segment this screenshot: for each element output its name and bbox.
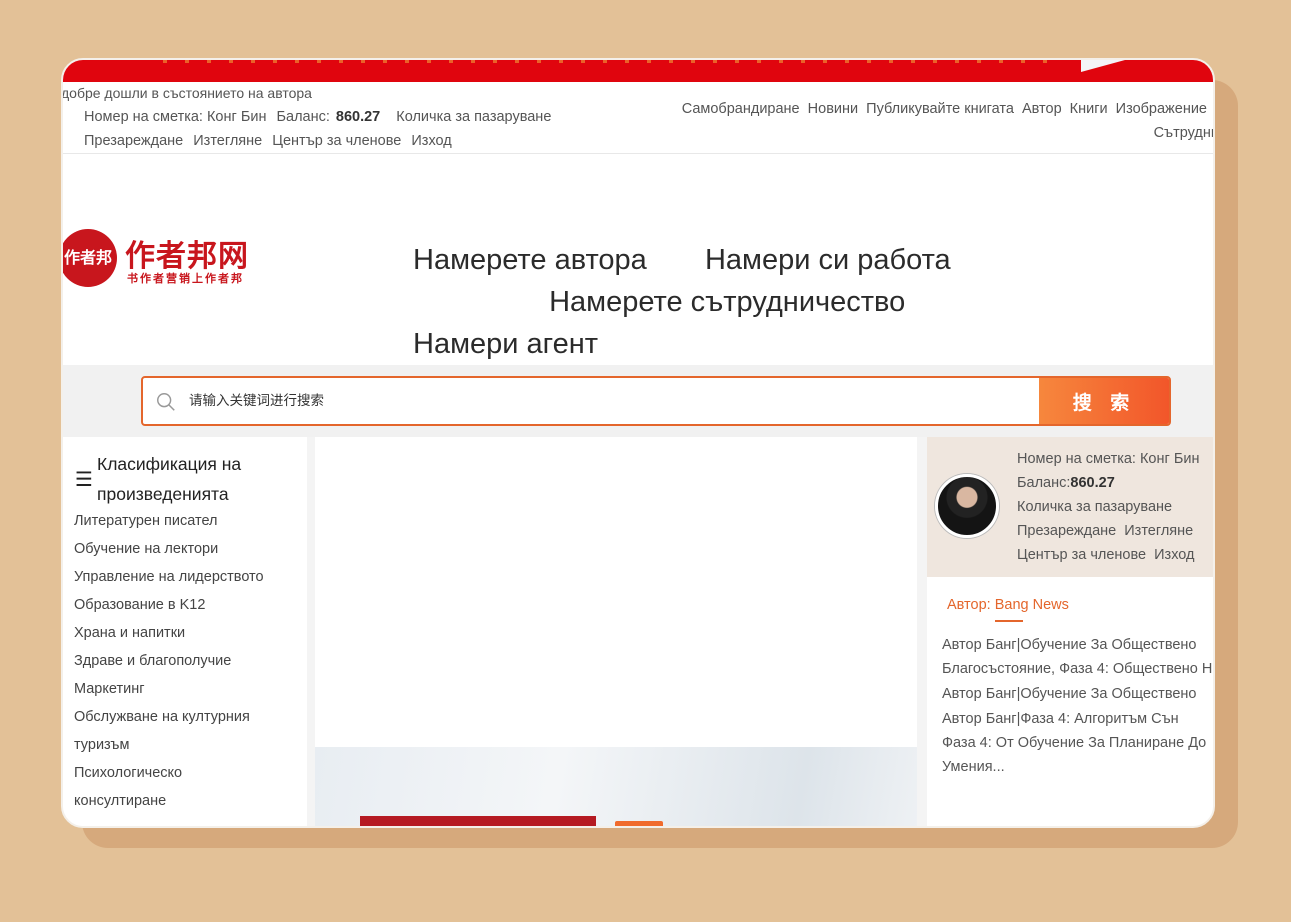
nav-find-cooperation[interactable]: Намерете сътрудничество (549, 286, 905, 318)
balance: Баланс: 860.27 (276, 109, 386, 125)
browser-window: добре дошли в състоянието на автора Номе… (61, 58, 1215, 828)
top-nav-publish-book[interactable]: Публикувайте книгата (866, 101, 1014, 117)
user-balance-value: 860.27 (1070, 475, 1115, 491)
main-nav: Намерете автора Намери си работа Намерет… (391, 239, 951, 365)
top-nav-image[interactable]: Изображение (1116, 101, 1207, 117)
category-item-leadership[interactable]: Управление на лидерството (74, 563, 304, 591)
news-item[interactable]: Фаза 4: От Обучение За Планиране До (942, 731, 1206, 756)
nav-find-job[interactable]: Намери си работа (705, 244, 951, 276)
category-item-culture-service[interactable]: Обслужване на културния (74, 703, 304, 731)
withdraw-link[interactable]: Изтегляне (193, 133, 262, 149)
news-item[interactable]: Благосъстояние, Фаза 4: Обществено Н (942, 657, 1212, 682)
banner-pattern (163, 60, 1063, 63)
avatar[interactable] (935, 474, 999, 538)
news-tab[interactable]: Автор: Bang News (947, 597, 1069, 613)
news-item[interactable]: Автор Банг|Обучение За Обществено (942, 633, 1197, 658)
account-number: Номер на сметка: Конг Бин (84, 109, 267, 125)
category-item-literary-writer[interactable]: Литературен писател (74, 507, 304, 535)
banner-carousel[interactable] (315, 437, 917, 826)
logout-link[interactable]: Изход (411, 133, 451, 149)
category-sidebar: ☰ Класификация на произведенията Литерат… (63, 437, 307, 826)
content-area: ☰ Класификация на произведенията Литерат… (63, 437, 1213, 826)
category-item-marketing[interactable]: Маркетинг (74, 675, 304, 703)
top-bar: добре дошли в състоянието на автора Номе… (63, 82, 1213, 154)
user-panel: Номер на сметка: Конг Бин Баланс:860.27 … (927, 437, 1213, 826)
top-nav-self-branding[interactable]: Самобрандиране (682, 101, 800, 117)
news-item[interactable]: Автор Банг|Фаза 4: Алгоритъм Сън (942, 707, 1179, 732)
category-title: Класификация на произведенията (97, 454, 242, 504)
carousel-blank-slide (315, 437, 917, 747)
news-tab-underline (995, 620, 1023, 622)
user-balance-label: Баланс: (1017, 475, 1071, 491)
banner-decoration (1081, 60, 1125, 72)
logo-title: 作者邦网 (125, 239, 249, 274)
recharge-link[interactable]: Презареждане (84, 133, 183, 149)
search-input[interactable] (189, 378, 1029, 424)
logo-mark: 作者邦 (63, 229, 117, 287)
cart-link[interactable]: Количка за пазаруване (396, 109, 551, 125)
category-list: Литературен писател Обучение на лектори … (74, 507, 304, 815)
top-banner[interactable] (63, 60, 1213, 82)
account-line: Номер на сметка: Конг Бин Баланс: 860.27 … (84, 109, 557, 125)
category-item-tourism[interactable]: туризъм (74, 731, 304, 759)
header: 作者邦 作者邦网 书作者营销上作者邦 Намерете автора Намер… (63, 155, 1213, 365)
account-actions: Презареждане Изтегляне Център за членове… (84, 133, 458, 149)
user-info: Номер на сметка: Конг Бин Баланс:860.27 … (1017, 447, 1199, 567)
news-item[interactable]: Автор Банг|Обучение За Обществено (942, 682, 1197, 707)
member-center-link[interactable]: Център за членове (272, 133, 401, 149)
user-account: Номер на сметка: Конг Бин (1017, 451, 1200, 467)
carousel-image[interactable] (315, 747, 917, 826)
user-balance: Баланс:860.27 (1017, 471, 1199, 495)
balance-value: 860.27 (335, 109, 381, 125)
category-item-lecturer-training[interactable]: Обучение на лектори (74, 535, 304, 563)
top-nav-news[interactable]: Новини (808, 101, 858, 117)
welcome-text: добре дошли в състоянието на автора (61, 85, 312, 101)
category-item-health[interactable]: Здраве и благополучие (74, 647, 304, 675)
top-nav-books[interactable]: Книги (1070, 101, 1108, 117)
logo-slogan: 书作者营销上作者邦 (127, 273, 244, 285)
search-button[interactable]: 搜 索 (1039, 378, 1169, 424)
carousel-caption-strip (360, 816, 596, 826)
carousel-tag (615, 821, 663, 826)
top-nav: Самобрандиране Новини Публикувайте книга… (647, 97, 1213, 145)
top-nav-cooperation[interactable]: Сътрудни (1154, 121, 1213, 145)
user-actions: Презареждане Изтегляне (1017, 519, 1199, 543)
balance-label: Баланс: (276, 109, 330, 125)
top-nav-author[interactable]: Автор (1022, 101, 1062, 117)
nav-find-author[interactable]: Намерете автора (413, 244, 647, 276)
search-icon (157, 393, 175, 411)
user-cart-link[interactable]: Количка за пазаруване (1017, 495, 1199, 519)
news-item[interactable]: Умения... (942, 755, 1005, 780)
user-box: Номер на сметка: Конг Бин Баланс:860.27 … (927, 437, 1213, 577)
user-member-center-link[interactable]: Център за членове (1017, 547, 1146, 563)
category-item-food-drink[interactable]: Храна и напитки (74, 619, 304, 647)
category-item-psychological[interactable]: Психологическо (74, 759, 304, 787)
search-bar: 搜 索 (63, 365, 1213, 437)
user-recharge-link[interactable]: Презареждане (1017, 523, 1116, 539)
nav-find-agent[interactable]: Намери агент (413, 328, 598, 360)
user-withdraw-link[interactable]: Изтегляне (1124, 523, 1193, 539)
user-logout-link[interactable]: Изход (1154, 547, 1194, 563)
category-item-consulting[interactable]: консултиране (74, 787, 304, 815)
site-logo[interactable]: 作者邦 作者邦网 书作者营销上作者邦 (63, 229, 263, 289)
menu-icon: ☰ (75, 469, 93, 491)
search-box: 搜 索 (141, 376, 1171, 426)
user-actions-2: Център за членове Изход (1017, 543, 1199, 567)
category-item-k12[interactable]: Образование в K12 (74, 591, 304, 619)
